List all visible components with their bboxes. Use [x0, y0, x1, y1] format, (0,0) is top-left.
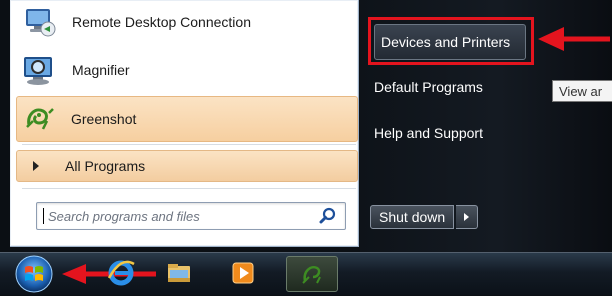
- greenshot-taskbar-button[interactable]: [286, 256, 338, 292]
- program-label: Greenshot: [71, 111, 137, 127]
- media-player-icon[interactable]: [228, 258, 258, 288]
- file-explorer-icon[interactable]: [164, 258, 194, 288]
- all-programs-button[interactable]: All Programs: [16, 150, 358, 182]
- divider: [22, 144, 356, 145]
- search-icon[interactable]: [319, 207, 337, 230]
- start-orb-icon[interactable]: [12, 254, 56, 294]
- search-input[interactable]: Search programs and files: [36, 202, 346, 230]
- internet-explorer-icon[interactable]: [106, 258, 136, 288]
- remote-desktop-icon: [20, 2, 60, 42]
- tooltip: View ar: [552, 80, 612, 102]
- right-triangle-icon: [464, 213, 470, 221]
- shut-down-label: Shut down: [379, 209, 446, 225]
- start-menu-programs-pane: Remote Desktop Connection Magnifier Gree…: [10, 0, 359, 247]
- default-programs-item[interactable]: Default Programs: [374, 74, 483, 100]
- right-triangle-icon: [33, 161, 39, 171]
- program-magnifier[interactable]: Magnifier: [18, 48, 358, 92]
- greenshot-icon: [19, 99, 59, 139]
- search-placeholder: Search programs and files: [48, 208, 200, 224]
- program-label: Remote Desktop Connection: [72, 14, 251, 30]
- divider: [22, 188, 356, 189]
- text-cursor: [43, 208, 44, 224]
- program-greenshot[interactable]: Greenshot: [16, 96, 358, 142]
- program-label: Magnifier: [72, 62, 130, 78]
- greenshot-taskbar-icon: [302, 266, 321, 284]
- help-and-support-item[interactable]: Help and Support: [374, 120, 483, 146]
- shut-down-button[interactable]: Shut down: [370, 205, 455, 229]
- program-remote-desktop-connection[interactable]: Remote Desktop Connection: [18, 0, 358, 44]
- default-programs-label: Default Programs: [374, 79, 483, 95]
- shutdown-options-button[interactable]: [456, 205, 479, 229]
- help-and-support-label: Help and Support: [374, 125, 483, 141]
- all-programs-label: All Programs: [65, 158, 146, 174]
- tooltip-text: View ar: [559, 84, 603, 99]
- annotation-arrow-icon: [538, 27, 610, 51]
- shutdown-group: Shut down: [370, 205, 479, 229]
- annotation-highlight-box: [368, 17, 534, 65]
- magnifier-icon: [20, 50, 60, 90]
